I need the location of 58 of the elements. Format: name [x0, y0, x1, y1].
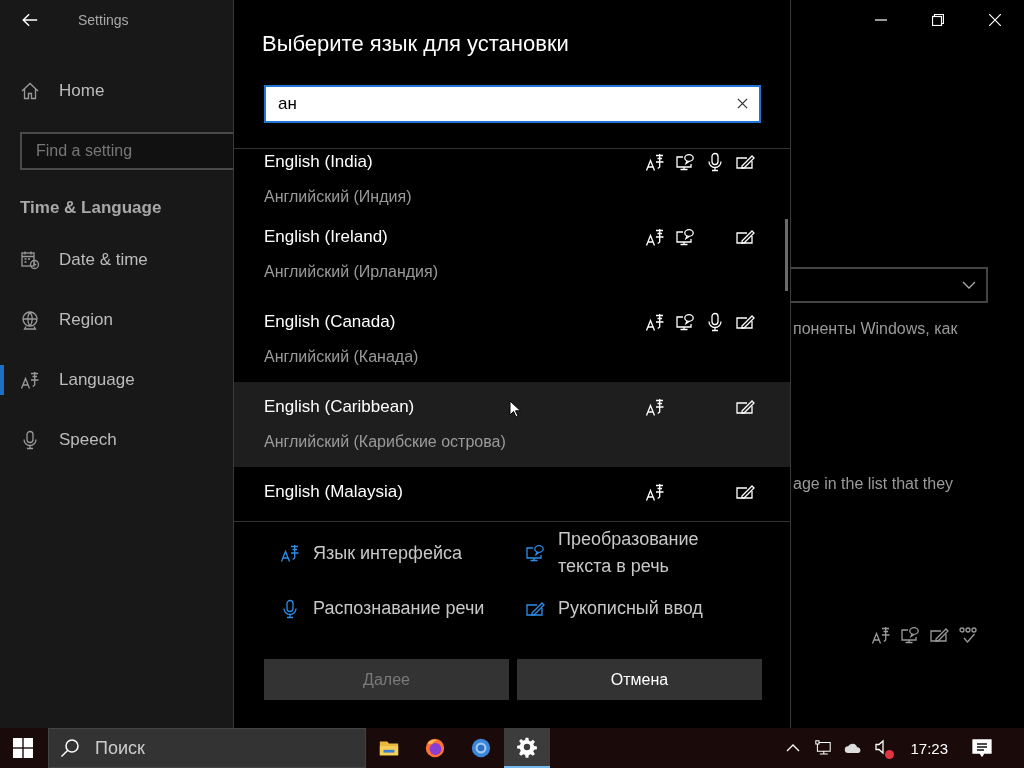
language-row[interactable]: English (Malaysia)	[234, 467, 790, 521]
monitor-speech-icon	[900, 625, 920, 645]
monitor-speech-icon	[525, 543, 545, 563]
legend-label: Язык интерфейса	[313, 541, 462, 565]
description-text: поненты Windows, как	[792, 319, 959, 339]
description-text: age in the list that they	[792, 474, 955, 494]
language-row[interactable]: English (Ireland) Английский (Ирландия)	[234, 212, 790, 297]
calendar-clock-icon[interactable]	[20, 250, 40, 270]
legend-label: Распознавание речи	[313, 597, 485, 620]
language-native-name: Английский (Канада)	[264, 347, 419, 367]
restore-icon[interactable]	[931, 14, 944, 26]
home-icon[interactable]	[20, 81, 40, 101]
legend-label: Преобразование текста в речь	[558, 528, 700, 578]
home-link[interactable]: Home	[59, 81, 105, 101]
spellcheck-icon	[958, 625, 978, 645]
language-row[interactable]: English (India) Английский (Индия)	[234, 149, 790, 212]
language-search-field[interactable]: ан	[264, 85, 761, 123]
windows-logo-icon[interactable]	[13, 738, 33, 758]
mouse-pointer-icon	[509, 400, 521, 418]
cancel-button[interactable]: Отмена	[517, 659, 762, 700]
language-name[interactable]: English (India)	[264, 149, 412, 175]
language-row[interactable]: English (Caribbean) Английский (Карибские острова)	[234, 382, 790, 467]
sidebar-item[interactable]: Speech	[59, 430, 117, 450]
language-name[interactable]: English (Caribbean)	[264, 394, 506, 420]
ring-app-icon[interactable]	[470, 737, 492, 759]
globe-icon[interactable]	[20, 310, 40, 330]
language-native-name: Английский (Карибские острова)	[264, 432, 506, 452]
volume-icon[interactable]	[874, 739, 895, 757]
language-name[interactable]: English (Canada)	[264, 309, 419, 335]
close-icon[interactable]	[988, 14, 1001, 26]
language-icon[interactable]	[20, 370, 40, 390]
back-arrow-icon[interactable]	[21, 11, 39, 29]
clock[interactable]: 17:23	[910, 739, 948, 757]
window-title: Settings	[78, 12, 129, 28]
language-name[interactable]: English (Malaysia)	[264, 479, 403, 505]
network-icon[interactable]	[814, 740, 833, 756]
clear-icon[interactable]	[737, 98, 748, 109]
language-icon	[871, 625, 891, 645]
scrollbar-thumb[interactable]	[785, 219, 788, 291]
search-icon	[60, 738, 80, 758]
section-heading: Time & Language	[20, 197, 163, 219]
chevron-down-icon	[962, 281, 976, 289]
sidebar-item[interactable]: Region	[59, 310, 113, 330]
gear-icon[interactable]	[516, 736, 538, 758]
browser-icon[interactable]	[424, 737, 446, 759]
language-icon	[280, 543, 300, 563]
legend-label: Рукописный ввод	[558, 597, 703, 620]
notification-icon[interactable]	[972, 738, 992, 758]
sidebar-item[interactable]: Date & time	[59, 250, 148, 270]
dialog-title: Выберите язык для установки	[262, 30, 570, 58]
language-row[interactable]: English (Canada) Английский (Канада)	[234, 297, 790, 382]
language-native-name: Английский (Ирландия)	[264, 262, 439, 282]
search-field[interactable]: Find a setting	[20, 132, 233, 170]
language-native-name: Английский (Индия)	[264, 187, 412, 207]
language-name[interactable]: English (Ireland)	[264, 224, 439, 250]
taskbar-search-field[interactable]: Поиск	[48, 728, 366, 768]
sidebar-item[interactable]: Language	[59, 370, 135, 390]
active-taskbar-button[interactable]	[504, 728, 550, 768]
